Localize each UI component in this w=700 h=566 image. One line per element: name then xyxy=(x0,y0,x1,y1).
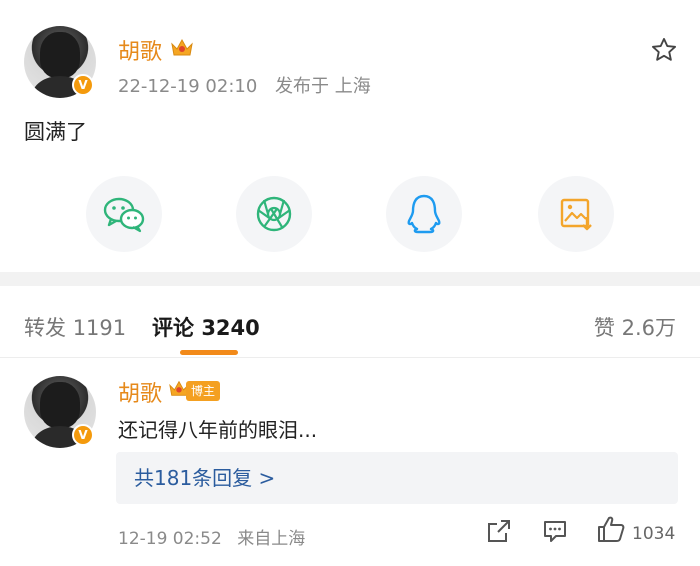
view-replies-link[interactable]: 共181条回复 > xyxy=(116,452,678,504)
tab-comment-label: 评论 xyxy=(152,316,194,340)
tab-like-count: 2.6万 xyxy=(621,316,676,340)
share-wechat-button[interactable] xyxy=(86,176,162,252)
comment-meta: 12-19 02:52 来自上海 xyxy=(118,524,315,549)
moments-icon xyxy=(256,196,292,232)
share-moments-button[interactable] xyxy=(236,176,312,252)
star-icon[interactable] xyxy=(650,36,678,64)
save-image-icon xyxy=(560,198,592,231)
tab-like-label: 赞 xyxy=(593,316,615,340)
tab-repost-count: 1191 xyxy=(72,316,127,340)
tab-comment[interactable]: 评论 3240 xyxy=(152,312,260,342)
active-tab-indicator xyxy=(180,350,238,355)
tab-repost-label: 转发 xyxy=(24,316,66,340)
post-card: V 胡歌 22-12-19 02:10 发布于 上海 圆满了 xyxy=(0,0,700,272)
comment-like-count: 1034 xyxy=(632,524,676,544)
section-divider xyxy=(0,272,700,286)
comment-author-name[interactable]: 胡歌 xyxy=(118,376,162,408)
crown-icon xyxy=(171,38,193,56)
tab-repost[interactable]: 转发 1191 xyxy=(24,312,126,342)
tab-like[interactable]: 赞 2.6万 xyxy=(594,312,676,342)
wechat-icon xyxy=(103,197,145,233)
comment-content: 还记得八年前的眼泪... xyxy=(118,418,318,442)
post-time: 22-12-19 02:10 xyxy=(118,76,258,97)
comment-source: 来自上海 xyxy=(237,529,306,549)
interaction-tabs: 转发 1191 评论 3240 赞 2.6万 xyxy=(0,286,700,358)
tab-comment-count: 3240 xyxy=(201,316,260,340)
verified-v-icon: V xyxy=(72,424,94,446)
share-icon[interactable] xyxy=(486,518,512,544)
qq-icon xyxy=(407,194,441,234)
host-badge: 博主 xyxy=(186,381,221,401)
share-qq-button[interactable] xyxy=(386,176,462,252)
post-meta: 22-12-19 02:10 发布于 上海 xyxy=(118,72,383,98)
save-image-button[interactable] xyxy=(538,176,614,252)
post-author-name[interactable]: 胡歌 xyxy=(118,34,162,66)
comment-icon[interactable] xyxy=(542,518,568,544)
verified-v-icon: V xyxy=(72,74,94,96)
like-icon[interactable] xyxy=(596,514,626,544)
post-content: 圆满了 xyxy=(24,120,87,144)
comment-time: 12-19 02:52 xyxy=(118,529,222,549)
post-location: 发布于 上海 xyxy=(275,76,371,97)
